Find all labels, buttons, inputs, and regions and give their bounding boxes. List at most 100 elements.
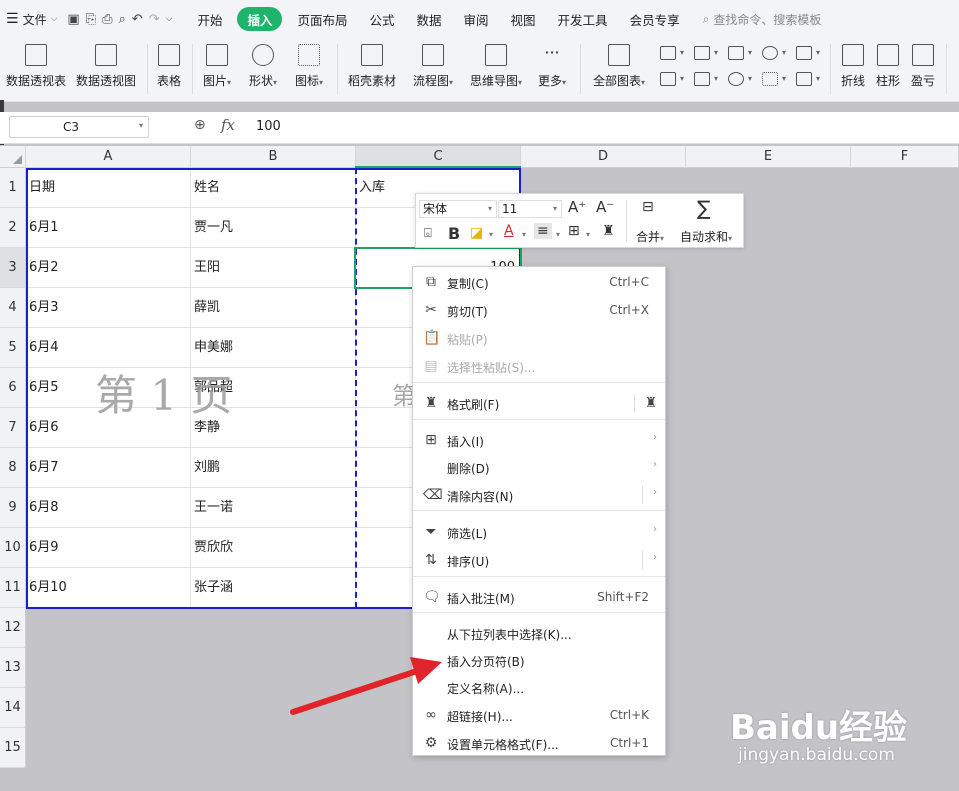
cell-a5[interactable]: 6月4 xyxy=(26,328,191,368)
save-icon[interactable]: ▣ xyxy=(67,12,79,27)
pivot-chart-button[interactable]: 数据透视图 xyxy=(72,38,140,102)
picture-button[interactable]: 图片▾ xyxy=(198,38,236,102)
context-menu-item[interactable]: ⌫ 清除内容(N) › xyxy=(413,482,665,508)
bold-icon[interactable]: B xyxy=(448,224,460,243)
sparkline-column-button[interactable]: 柱形 xyxy=(873,38,903,102)
context-menu-item[interactable]: ⇅ 排序(U) › xyxy=(413,547,665,573)
cell-a11[interactable]: 6月10 xyxy=(26,568,191,608)
cell-a2[interactable]: 6月1 xyxy=(26,208,191,248)
row-header-10[interactable]: 10 xyxy=(0,528,26,568)
cell-a9[interactable]: 6月8 xyxy=(26,488,191,528)
row-header-1[interactable]: 1 xyxy=(0,168,26,208)
row-header-5[interactable]: 5 xyxy=(0,328,26,368)
row-header-4[interactable]: 4 xyxy=(0,288,26,328)
column-header-f[interactable]: F xyxy=(851,146,959,168)
row-header-13[interactable]: 13 xyxy=(0,648,26,688)
shape-button[interactable]: 形状▾ xyxy=(243,38,283,102)
border-icon[interactable]: ⊞ xyxy=(568,223,580,239)
merge-button[interactable]: 合并▾ xyxy=(636,228,664,245)
cell-a3[interactable]: 6月2 xyxy=(26,248,191,288)
cell-a8[interactable]: 6月7 xyxy=(26,448,191,488)
row-header-14[interactable]: 14 xyxy=(0,688,26,728)
tab-view[interactable]: 视图 xyxy=(500,7,547,31)
export-icon[interactable]: ⎘ xyxy=(86,12,96,27)
row-header-7[interactable]: 7 xyxy=(0,408,26,448)
format-painter-mini-icon[interactable]: ♜ xyxy=(602,223,615,239)
cell-a1[interactable]: 日期 xyxy=(26,168,191,208)
combo-chart-icon[interactable] xyxy=(796,72,812,86)
print-icon[interactable]: ⎙ xyxy=(102,12,112,27)
tab-data[interactable]: 数据 xyxy=(406,7,453,31)
context-menu-item[interactable]: ♜ 格式刷(F) ♜ xyxy=(413,390,665,416)
line-chart-small-icon[interactable] xyxy=(728,46,744,60)
context-menu-item[interactable]: ⏷ 筛选(L) › xyxy=(413,519,665,545)
tab-page-layout[interactable]: 页面布局 xyxy=(286,7,358,31)
more-button[interactable]: ··· 更多▾ xyxy=(532,38,572,102)
text-wrap-icon[interactable]: ⌻ xyxy=(424,226,432,241)
context-menu-item[interactable]: ✂ 剪切(T) Ctrl+X xyxy=(413,297,665,323)
icon-button[interactable]: 图标▾ xyxy=(289,38,329,102)
font-select[interactable]: 宋体 ▾ xyxy=(419,200,497,218)
context-menu-item[interactable]: 删除(D) › xyxy=(413,454,665,480)
all-charts-button[interactable]: 全部图表▾ xyxy=(588,38,650,102)
formula-input[interactable]: 100 xyxy=(256,119,281,134)
redo-icon[interactable]: ↷ xyxy=(149,12,160,27)
table-button[interactable]: 表格 xyxy=(152,38,186,102)
tab-member[interactable]: 会员专享 xyxy=(619,7,691,31)
cell-a10[interactable]: 6月9 xyxy=(26,528,191,568)
row-header-2[interactable]: 2 xyxy=(0,208,26,248)
column-header-d[interactable]: D xyxy=(521,146,686,168)
row-header-11[interactable]: 11 xyxy=(0,568,26,608)
column-chart-icon[interactable] xyxy=(660,46,676,60)
align-center-icon[interactable]: ≡ xyxy=(534,223,552,239)
row-header-12[interactable]: 12 xyxy=(0,608,26,648)
decrease-font-icon[interactable]: A⁻ xyxy=(596,198,614,216)
cell-a6[interactable]: 6月5 xyxy=(26,368,191,408)
autosum-button[interactable]: 自动求和▾ xyxy=(680,228,732,245)
cell-b5[interactable]: 申美娜 xyxy=(191,328,356,368)
column-header-b[interactable]: B xyxy=(191,146,356,168)
row-header-15[interactable]: 15 xyxy=(0,728,26,768)
cell-b11[interactable]: 张子涵 xyxy=(191,568,356,608)
select-all-button[interactable] xyxy=(0,146,26,168)
cell-b2[interactable]: 贾一凡 xyxy=(191,208,356,248)
font-size-select[interactable]: 11 ▾ xyxy=(498,200,562,218)
context-menu-item[interactable]: ⧉ 复制(C) Ctrl+C xyxy=(413,269,665,295)
fill-color-icon[interactable]: ◪ xyxy=(470,225,483,241)
context-menu-item[interactable]: ∞ 超链接(H)... Ctrl+K xyxy=(413,702,665,728)
cell-a7[interactable]: 6月6 xyxy=(26,408,191,448)
scatter-chart-icon[interactable] xyxy=(762,72,778,86)
command-search[interactable]: ⌕ 查找命令、搜索模板 xyxy=(703,11,822,28)
tab-review[interactable]: 审阅 xyxy=(453,7,500,31)
cell-a4[interactable]: 6月3 xyxy=(26,288,191,328)
bar-chart-small-icon[interactable] xyxy=(694,46,710,60)
cell-b1[interactable]: 姓名 xyxy=(191,168,356,208)
name-box[interactable]: C3 ▾ xyxy=(9,116,149,138)
context-menu-item[interactable]: ▤ 选择性粘贴(S)... xyxy=(413,353,665,379)
row-header-3[interactable]: 3 xyxy=(0,248,26,288)
sparkline-line-button[interactable]: 折线 xyxy=(838,38,868,102)
sparkline-winloss-button[interactable]: 盈亏 xyxy=(908,38,938,102)
context-menu-item[interactable]: 📋 粘贴(P) xyxy=(413,325,665,351)
docer-material-button[interactable]: 稻壳素材 xyxy=(344,38,400,102)
context-menu-item[interactable]: 🗨 插入批注(M) Shift+F2 xyxy=(413,584,665,610)
row-header-6[interactable]: 6 xyxy=(0,368,26,408)
cell-b4[interactable]: 薛凯 xyxy=(191,288,356,328)
print-preview-icon[interactable]: ⌕ xyxy=(119,12,126,27)
context-menu-item[interactable]: 从下拉列表中选择(K)... xyxy=(413,620,665,646)
radar-chart-icon[interactable] xyxy=(762,46,778,60)
flowchart-button[interactable]: 流程图▾ xyxy=(407,38,459,102)
cell-b10[interactable]: 贾欣欣 xyxy=(191,528,356,568)
undo-icon[interactable]: ↶ xyxy=(132,12,143,27)
mindmap-button[interactable]: 思维导图▾ xyxy=(465,38,527,102)
column-header-e[interactable]: E xyxy=(686,146,851,168)
pie-chart-icon[interactable] xyxy=(728,72,744,86)
context-menu-item[interactable]: ⊞ 插入(I) › xyxy=(413,427,665,453)
tab-home[interactable]: 开始 xyxy=(186,7,233,31)
column-header-a[interactable]: A xyxy=(26,146,191,168)
row-header-9[interactable]: 9 xyxy=(0,488,26,528)
histogram-icon[interactable] xyxy=(694,72,710,86)
tab-insert[interactable]: 插入 xyxy=(237,7,283,31)
increase-font-icon[interactable]: A⁺ xyxy=(568,198,586,216)
file-menu[interactable]: ☰ 文件 ⌵ xyxy=(6,7,57,31)
